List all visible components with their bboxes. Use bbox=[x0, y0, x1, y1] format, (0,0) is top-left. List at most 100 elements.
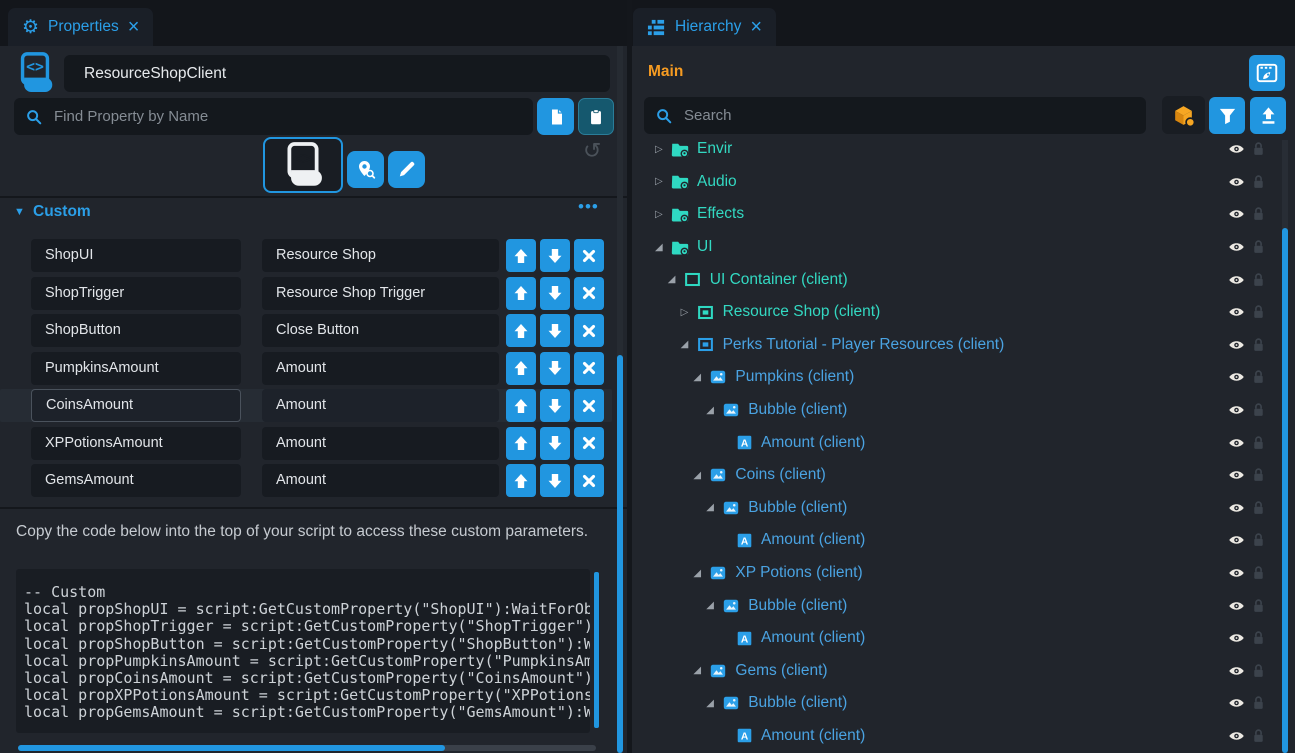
eye-icon[interactable] bbox=[1228, 176, 1245, 188]
tree-row[interactable]: ◢ XP Potions (client) bbox=[632, 557, 1283, 590]
lock-icon[interactable] bbox=[1252, 174, 1265, 190]
expand-twisty-icon[interactable]: ▷ bbox=[655, 209, 671, 220]
lock-icon[interactable] bbox=[1252, 532, 1265, 548]
eye-icon[interactable] bbox=[1228, 730, 1245, 742]
expand-twisty-icon[interactable]: ◢ bbox=[706, 698, 722, 709]
expand-twisty-icon[interactable]: ◢ bbox=[706, 405, 722, 416]
property-name-field[interactable]: ShopButton bbox=[31, 314, 241, 347]
lock-icon[interactable] bbox=[1252, 304, 1265, 320]
property-name-field[interactable]: GemsAmount bbox=[31, 464, 241, 497]
tree-row[interactable]: ▷ Envir bbox=[632, 140, 1283, 166]
tree-row[interactable]: ▷ Resource Shop (client) bbox=[632, 296, 1283, 329]
lock-icon[interactable] bbox=[1252, 435, 1265, 451]
move-up-button[interactable] bbox=[506, 352, 536, 385]
tab-hierarchy[interactable]: Hierarchy × bbox=[633, 8, 776, 46]
lock-icon[interactable] bbox=[1252, 500, 1265, 516]
property-name-field[interactable]: PumpkinsAmount bbox=[31, 352, 241, 385]
eye-icon[interactable] bbox=[1228, 600, 1245, 612]
delete-property-button[interactable] bbox=[574, 352, 604, 385]
eye-icon[interactable] bbox=[1228, 241, 1245, 253]
property-name-field[interactable]: ShopUI bbox=[31, 239, 241, 272]
property-value-field[interactable]: Amount bbox=[262, 352, 499, 385]
lock-icon[interactable] bbox=[1252, 663, 1265, 679]
close-icon[interactable]: × bbox=[750, 17, 762, 37]
expand-twisty-icon[interactable]: ◢ bbox=[655, 242, 671, 253]
property-value-field[interactable]: Resource Shop bbox=[262, 239, 499, 272]
lock-icon[interactable] bbox=[1252, 272, 1265, 288]
lock-icon[interactable] bbox=[1252, 206, 1265, 222]
property-name-field[interactable]: CoinsAmount bbox=[31, 389, 241, 422]
eye-icon[interactable] bbox=[1228, 404, 1245, 416]
move-down-button[interactable] bbox=[540, 427, 570, 460]
expand-twisty-icon[interactable]: ◢ bbox=[693, 568, 709, 579]
lock-icon[interactable] bbox=[1252, 402, 1265, 418]
move-down-button[interactable] bbox=[540, 464, 570, 497]
expand-twisty-icon[interactable]: ◢ bbox=[706, 600, 722, 611]
delete-property-button[interactable] bbox=[574, 389, 604, 422]
expand-twisty-icon[interactable]: ▷ bbox=[655, 176, 671, 187]
eye-icon[interactable] bbox=[1228, 143, 1245, 155]
template-filter-button[interactable] bbox=[1162, 96, 1205, 134]
tree-row[interactable]: ◢ Pumpkins (client) bbox=[632, 361, 1283, 394]
expand-twisty-icon[interactable]: ◢ bbox=[668, 274, 684, 285]
move-up-button[interactable] bbox=[506, 427, 536, 460]
tree-row[interactable]: ▷ Effects bbox=[632, 198, 1283, 231]
hierarchy-search-input[interactable] bbox=[682, 106, 1146, 125]
eye-icon[interactable] bbox=[1228, 469, 1245, 481]
eye-icon[interactable] bbox=[1228, 306, 1245, 318]
scene-publish-button[interactable] bbox=[1249, 55, 1285, 91]
expand-twisty-icon[interactable]: ◢ bbox=[693, 665, 709, 676]
close-icon[interactable]: × bbox=[128, 17, 140, 37]
reset-icon[interactable]: ↺ bbox=[583, 138, 601, 164]
tree-row[interactable]: ◢ Bubble (client) bbox=[632, 687, 1283, 720]
eye-icon[interactable] bbox=[1228, 665, 1245, 677]
move-down-button[interactable] bbox=[540, 389, 570, 422]
script-name-field[interactable] bbox=[64, 55, 610, 92]
eye-icon[interactable] bbox=[1228, 502, 1245, 514]
script-asset-thumbnail[interactable]: <> bbox=[263, 137, 343, 193]
move-up-button[interactable] bbox=[506, 389, 536, 422]
edit-script-button[interactable] bbox=[388, 151, 425, 188]
delete-property-button[interactable] bbox=[574, 314, 604, 347]
move-up-button[interactable] bbox=[506, 314, 536, 347]
eye-icon[interactable] bbox=[1228, 567, 1245, 579]
tree-row[interactable]: ◢ Coins (client) bbox=[632, 459, 1283, 492]
hierarchy-scrollbar-thumb[interactable] bbox=[1282, 228, 1288, 753]
property-name-field[interactable]: ShopTrigger bbox=[31, 277, 241, 310]
property-value-field[interactable]: Resource Shop Trigger bbox=[262, 277, 499, 310]
property-value-field[interactable]: Amount bbox=[262, 427, 499, 460]
tree-row[interactable]: ◢ UI Container (client) bbox=[632, 263, 1283, 296]
lock-icon[interactable] bbox=[1252, 630, 1265, 646]
ellipsis-menu-icon[interactable]: ••• bbox=[578, 197, 599, 217]
eye-icon[interactable] bbox=[1228, 534, 1245, 546]
move-up-button[interactable] bbox=[506, 464, 536, 497]
tree-row[interactable]: A Amount (client) bbox=[632, 622, 1283, 655]
expand-twisty-icon[interactable]: ▷ bbox=[681, 307, 697, 318]
property-value-field[interactable]: Close Button bbox=[262, 314, 499, 347]
tab-properties[interactable]: ⚙ Properties × bbox=[8, 8, 153, 46]
tree-row[interactable]: ◢ Bubble (client) bbox=[632, 492, 1283, 525]
filter-button[interactable] bbox=[1209, 97, 1245, 134]
expand-twisty-icon[interactable]: ◢ bbox=[706, 502, 722, 513]
tree-row[interactable]: ◢ Perks Tutorial - Player Resources (cli… bbox=[632, 329, 1283, 362]
copy-properties-button[interactable] bbox=[537, 98, 574, 135]
lock-icon[interactable] bbox=[1252, 369, 1265, 385]
tree-row[interactable]: ◢ Bubble (client) bbox=[632, 394, 1283, 427]
expand-twisty-icon[interactable]: ◢ bbox=[693, 372, 709, 383]
eye-icon[interactable] bbox=[1228, 697, 1245, 709]
property-value-field[interactable]: Amount bbox=[262, 464, 499, 497]
property-value-field[interactable]: Amount bbox=[262, 389, 499, 422]
code-horizontal-scrollbar-thumb[interactable] bbox=[18, 745, 445, 751]
code-vertical-scrollbar[interactable] bbox=[594, 572, 599, 728]
delete-property-button[interactable] bbox=[574, 277, 604, 310]
import-button[interactable] bbox=[1250, 97, 1286, 134]
paste-properties-button[interactable] bbox=[578, 98, 614, 135]
eye-icon[interactable] bbox=[1228, 371, 1245, 383]
lock-icon[interactable] bbox=[1252, 467, 1265, 483]
delete-property-button[interactable] bbox=[574, 427, 604, 460]
delete-property-button[interactable] bbox=[574, 239, 604, 272]
expand-twisty-icon[interactable]: ◢ bbox=[681, 339, 697, 350]
tree-row[interactable]: ◢ Gems (client) bbox=[632, 655, 1283, 688]
move-down-button[interactable] bbox=[540, 277, 570, 310]
lock-icon[interactable] bbox=[1252, 141, 1265, 157]
